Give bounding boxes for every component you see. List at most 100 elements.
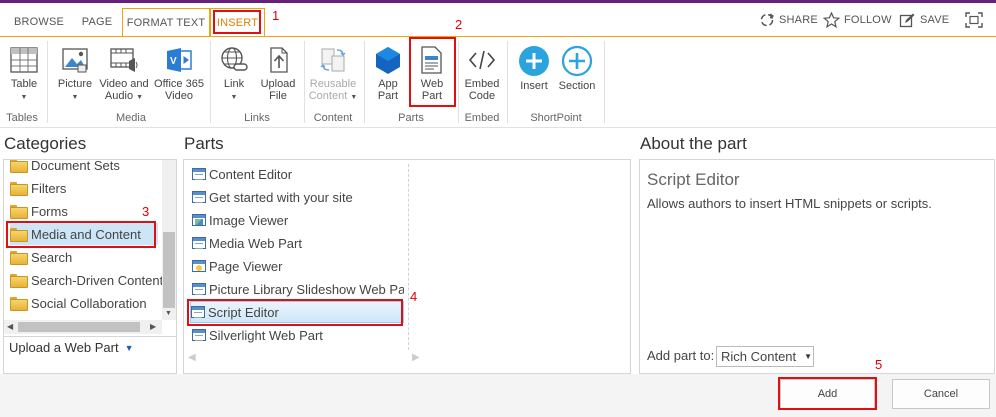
shortpoint-insert-button[interactable]: Insert [514, 45, 554, 92]
category-filters[interactable]: Filters [10, 177, 66, 199]
highlight-box-add [778, 377, 877, 410]
link-button[interactable]: Link ▼ [216, 45, 252, 104]
folder-icon [10, 205, 28, 219]
category-search-driven-content[interactable]: Search-Driven Content [10, 269, 162, 291]
about-title: About the part [640, 134, 747, 153]
link-label: Link [223, 78, 245, 90]
embed-code-button[interactable]: Embed Code [462, 45, 502, 102]
picture-button[interactable]: Picture ▼ [56, 45, 94, 104]
web-part-icon [192, 191, 206, 203]
parts-column-divider [408, 164, 409, 350]
category-social-collaboration[interactable]: Social Collaboration [10, 292, 147, 314]
web-part-icon [192, 237, 206, 249]
office-365-video-button[interactable]: V Office 365 Video [152, 45, 206, 102]
highlight-box-web-part [409, 37, 456, 107]
scroll-right-arrow[interactable]: ▶ [412, 352, 420, 363]
group-label-embed: Embed [464, 112, 500, 124]
upload-web-part-label: Upload a Web Part [9, 340, 119, 355]
scroll-down-arrow[interactable]: ▼ [165, 310, 172, 317]
insert-label: Insert [520, 80, 548, 92]
scroll-left-arrow[interactable]: ◀ [188, 352, 196, 363]
app-part-label-line1: App [378, 78, 398, 90]
chevron-down-icon: ▼ [20, 94, 28, 101]
upload-file-button[interactable]: Upload File [258, 45, 298, 102]
video-audio-icon [110, 48, 138, 72]
plus-circle-filled-icon [519, 46, 549, 76]
folder-icon [10, 274, 28, 288]
folder-icon [10, 251, 28, 265]
category-label: Search-Driven Content [31, 272, 162, 288]
part-get-started[interactable]: Get started with your site [192, 186, 353, 208]
categories-title: Categories [4, 134, 87, 153]
app-part-button[interactable]: App Part [370, 45, 406, 102]
tab-browse[interactable]: BROWSE [10, 8, 68, 37]
scroll-right-arrow[interactable]: ▶ [150, 322, 156, 331]
category-label: Search [31, 249, 73, 265]
table-button[interactable]: Table ▼ [6, 45, 42, 104]
office-365-video-label-line1: Office 365 [154, 78, 204, 90]
part-label: Content Editor [209, 166, 293, 182]
add-web-part-screen: BROWSE PAGE FORMAT TEXT INSERT 1 SHARE F… [0, 0, 996, 417]
folder-icon [10, 160, 28, 173]
scrollbar-thumb[interactable] [163, 232, 175, 308]
shortpoint-section-button[interactable]: Section [556, 45, 598, 92]
web-part-icon [192, 283, 206, 295]
chevron-down-icon: ▼ [350, 94, 358, 101]
upload-web-part-link[interactable]: Upload a Web Part ▼ [9, 340, 134, 355]
chevron-down-icon: ▼ [71, 94, 79, 101]
group-separator [210, 41, 211, 123]
group-label-content: Content [313, 112, 353, 124]
part-picture-library-slideshow[interactable]: Picture Library Slideshow Web Part [192, 278, 404, 300]
upload-file-label-line2: File [269, 90, 287, 102]
folder-icon [10, 182, 28, 196]
group-separator [458, 41, 459, 123]
share-icon [760, 13, 775, 27]
part-label: Picture Library Slideshow Web Part [209, 281, 404, 297]
save-command[interactable]: SAVE [899, 10, 949, 30]
part-label: Page Viewer [209, 258, 283, 274]
tab-page[interactable]: PAGE [74, 8, 120, 37]
part-media-web-part[interactable]: Media Web Part [192, 232, 302, 254]
category-forms[interactable]: Forms [10, 200, 68, 222]
reusable-content-button[interactable]: Reusable Content ▼ [308, 45, 358, 104]
video-audio-label-line1: Video and [99, 78, 149, 90]
part-silverlight-web-part[interactable]: Silverlight Web Part [192, 324, 323, 346]
group-label-links: Links [244, 112, 270, 124]
step-marker-5: 5 [875, 357, 883, 372]
tab-format-text[interactable]: FORMAT TEXT [122, 8, 210, 37]
insert-ribbon: Table ▼ Tables Picture ▼ Video and Audio… [0, 37, 996, 127]
cancel-button[interactable]: Cancel [892, 379, 990, 409]
scroll-left-arrow[interactable]: ◀ [7, 322, 13, 331]
category-document-sets[interactable]: Document Sets [10, 160, 120, 176]
ribbon-bottom-border [0, 127, 996, 128]
share-label: SHARE [779, 14, 818, 26]
chevron-down-icon: ▼ [136, 94, 144, 101]
follow-label: FOLLOW [844, 14, 892, 26]
plus-circle-outline-icon [561, 45, 593, 77]
video-audio-label-line2: Audio [104, 90, 134, 102]
category-label: Social Collaboration [31, 295, 147, 311]
follow-command[interactable]: FOLLOW [823, 10, 892, 30]
save-label: SAVE [920, 14, 950, 26]
categories-horizontal-scrollbar[interactable]: ◀ ▶ [4, 320, 162, 334]
add-part-to-value: Rich Content [721, 349, 797, 364]
share-command[interactable]: SHARE [759, 10, 818, 30]
video-and-audio-button[interactable]: Video and Audio ▼ [98, 45, 150, 104]
categories-vertical-scrollbar[interactable]: ▼ [162, 160, 176, 320]
focus-on-content-button[interactable] [965, 10, 983, 30]
part-page-viewer[interactable]: Page Viewer [192, 255, 282, 277]
save-edit-icon [899, 13, 915, 28]
scrollbar-thumb[interactable] [18, 322, 140, 332]
add-part-to-select[interactable]: Rich Content ▼ [716, 346, 814, 367]
about-panel: Script Editor Allows authors to insert H… [639, 159, 995, 374]
category-label: Document Sets [31, 160, 120, 173]
categories-panel: Document Sets Filters Forms Media and Co… [3, 159, 177, 374]
part-image-viewer[interactable]: Image Viewer [192, 209, 288, 231]
group-label-parts: Parts [398, 112, 424, 124]
web-part-icon [192, 168, 206, 180]
group-separator [507, 41, 508, 123]
category-label: Forms [31, 203, 68, 219]
part-description: Allows authors to insert HTML snippets o… [647, 196, 932, 211]
part-content-editor[interactable]: Content Editor [192, 163, 292, 185]
category-search[interactable]: Search [10, 246, 72, 268]
